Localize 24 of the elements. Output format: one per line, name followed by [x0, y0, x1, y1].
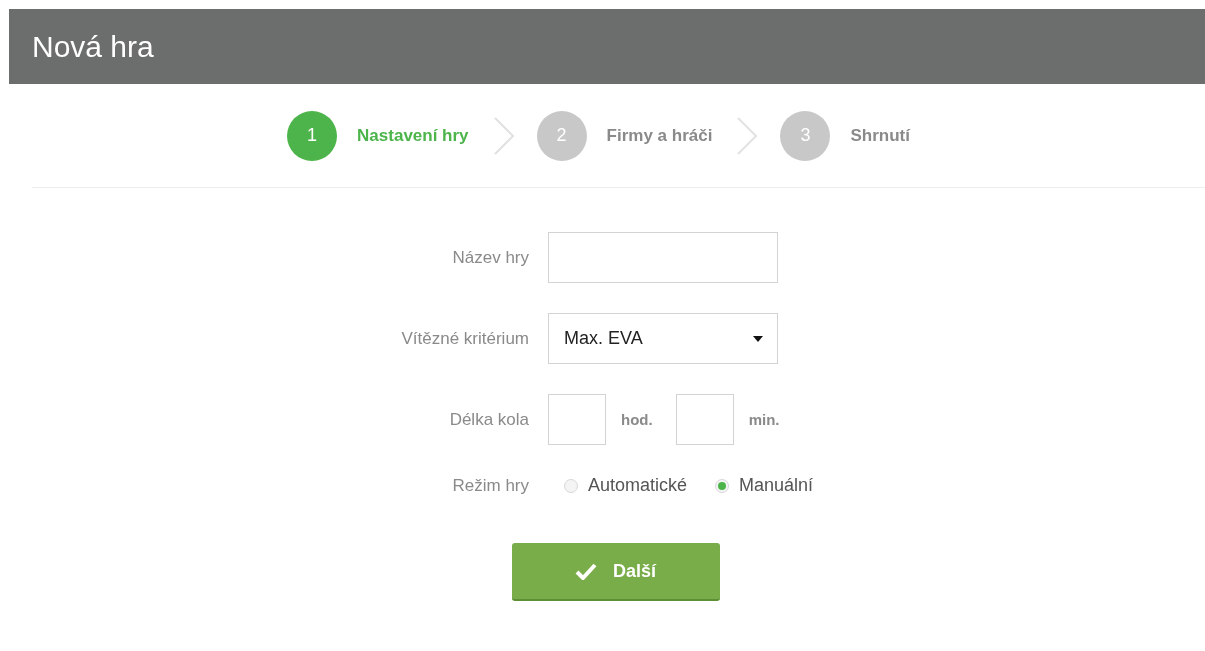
field-label: Režim hry — [452, 475, 529, 496]
minutes-field[interactable] — [675, 394, 734, 445]
step-number: 1 — [287, 110, 338, 161]
step-label[interactable]: Nastavení hry — [357, 125, 469, 146]
chevron-icon — [492, 115, 515, 156]
radio-option[interactable]: Manuální — [715, 475, 814, 496]
criterion-select[interactable]: Max. EVA — [548, 313, 778, 364]
chevron-icon — [736, 115, 759, 156]
caret-icon — [753, 335, 763, 342]
field-label: Název hry — [452, 247, 529, 268]
check-icon — [575, 562, 597, 580]
field-label: Vítězné kritérium — [401, 328, 529, 349]
radio-button[interactable] — [715, 478, 730, 493]
radio-button[interactable] — [564, 478, 578, 493]
hours-field[interactable] — [548, 394, 606, 445]
radio-option[interactable]: Automatické — [564, 475, 688, 496]
step-label[interactable]: Firmy a hráči — [606, 125, 713, 146]
unit-label: hod. — [621, 411, 653, 428]
next-button[interactable]: Další — [511, 543, 720, 601]
step-label[interactable]: Shrnutí — [850, 125, 910, 146]
field-label: Délka kola — [449, 409, 529, 430]
input-field[interactable] — [548, 232, 778, 283]
unit-label: min. — [748, 411, 780, 428]
page-title: Nová hra — [32, 29, 154, 64]
